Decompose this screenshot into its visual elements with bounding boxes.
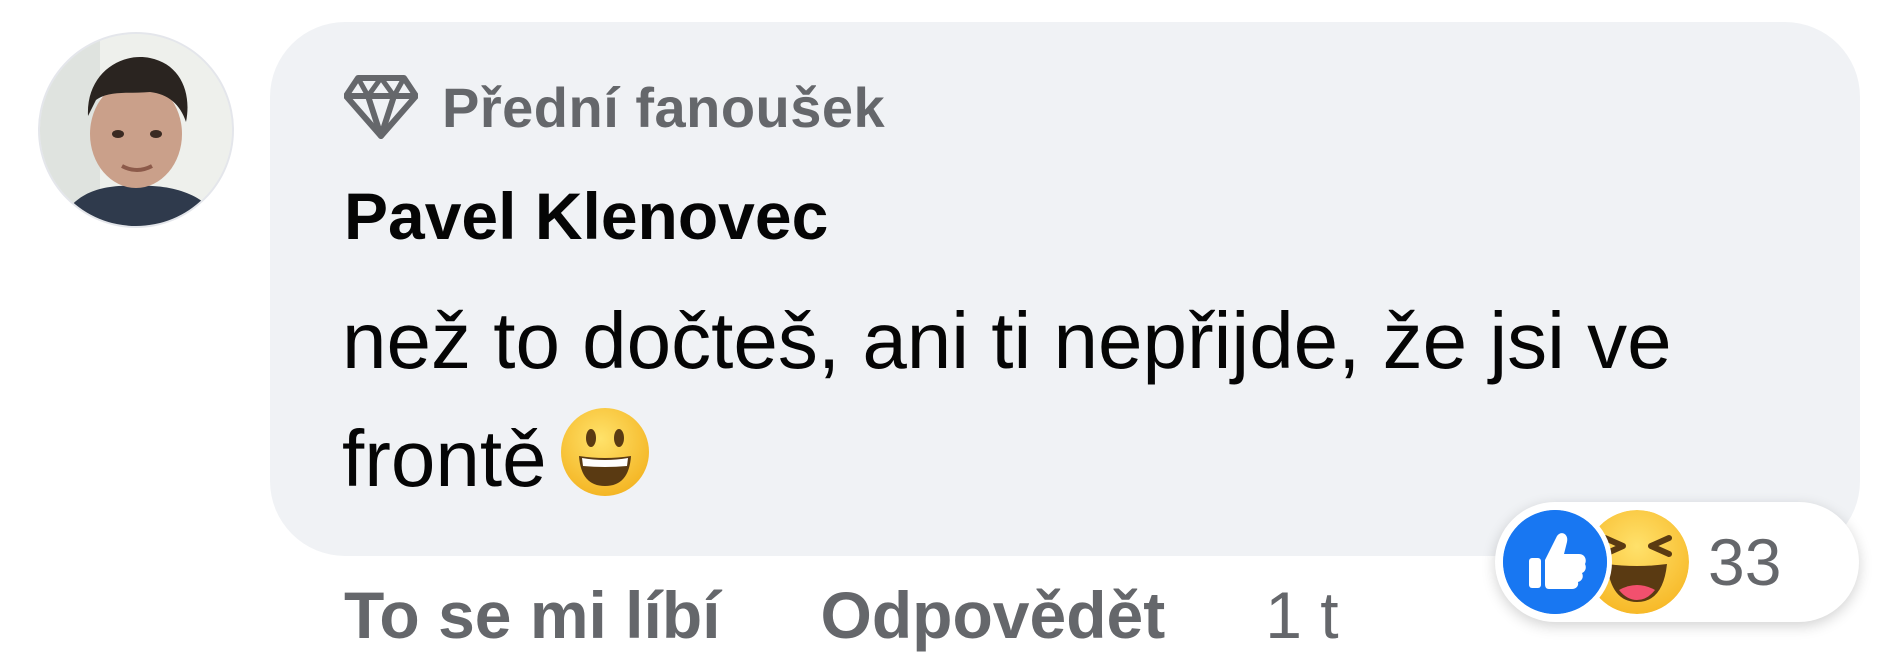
like-reaction-icon: [1503, 510, 1607, 614]
diamond-icon: [344, 75, 418, 139]
top-fan-badge: Přední fanoušek: [344, 72, 885, 142]
comment-actions: To se mi líbí Odpovědět 1 t: [344, 575, 1339, 655]
badge-label: Přední fanoušek: [442, 75, 886, 139]
comment-text: než to dočteš, ani ti nepřijde, že jsi v…: [342, 282, 1802, 518]
comment-author[interactable]: Pavel Klenovec: [344, 178, 828, 254]
smiling-face-emoji: [560, 408, 649, 496]
avatar[interactable]: [40, 34, 232, 226]
reactions-summary[interactable]: 33: [1495, 502, 1859, 622]
comment-timestamp[interactable]: 1 t: [1265, 577, 1338, 653]
reaction-count: 33: [1708, 525, 1782, 599]
like-button[interactable]: To se mi líbí: [344, 577, 721, 653]
comment-body: než to dočteš, ani ti nepřijde, že jsi v…: [342, 296, 1672, 503]
reply-button[interactable]: Odpovědět: [821, 577, 1166, 653]
